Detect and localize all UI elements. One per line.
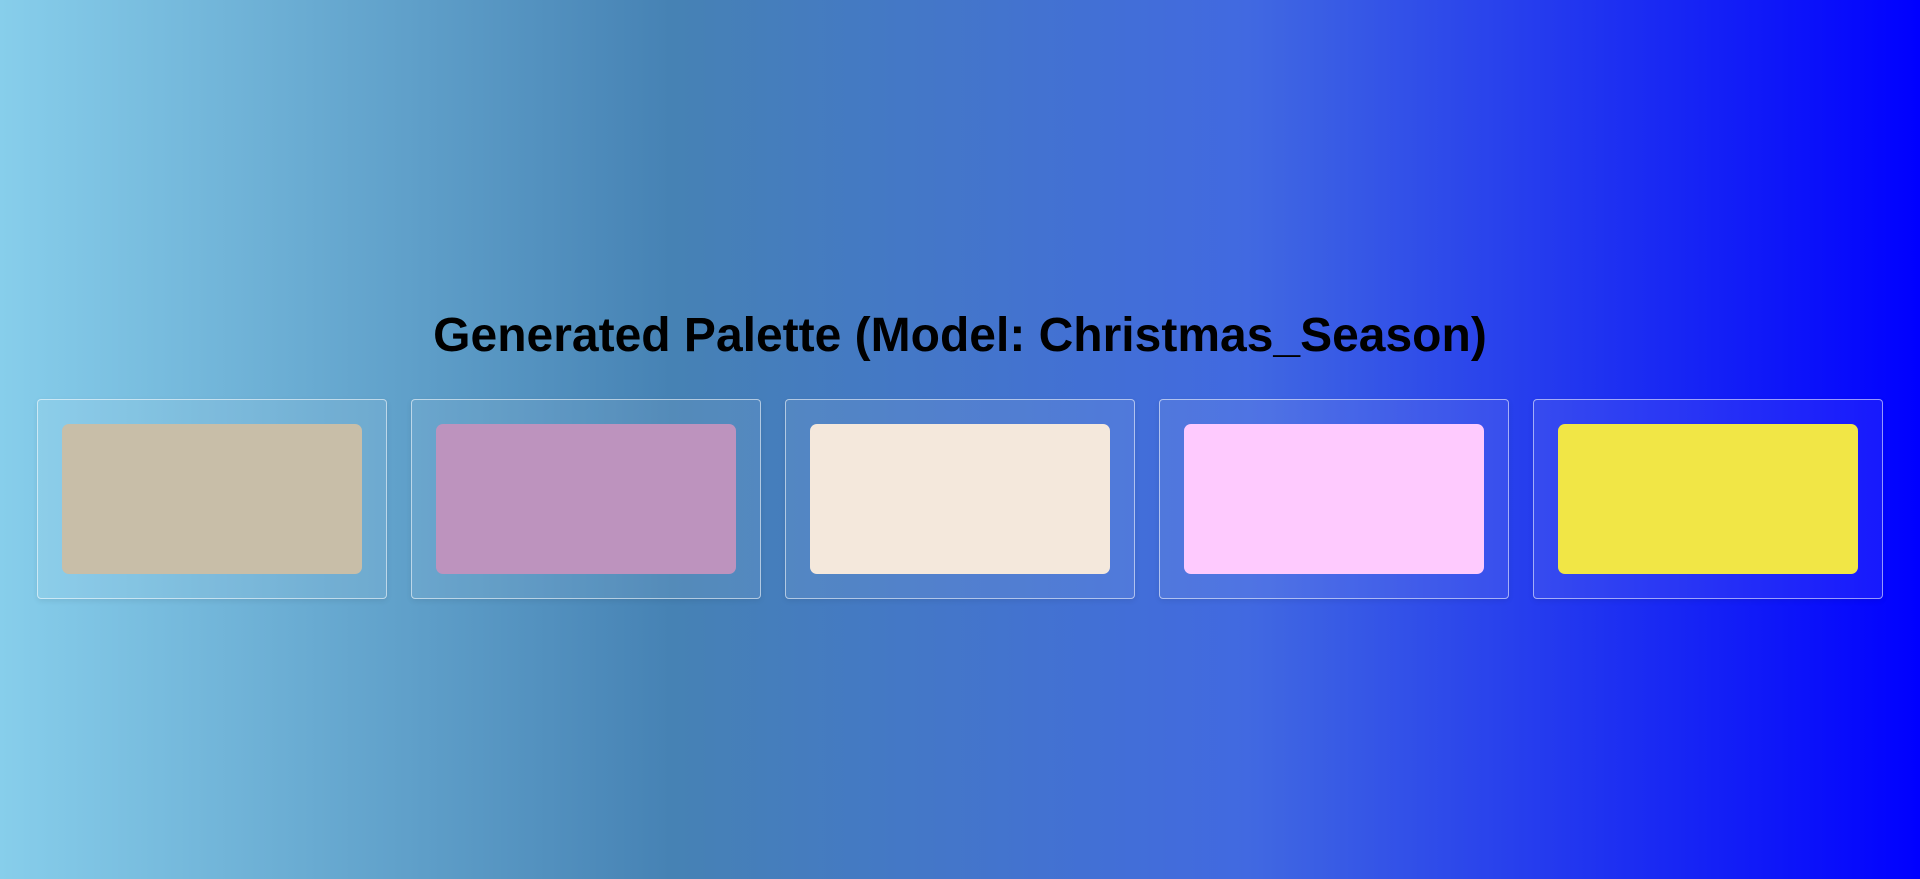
swatch-card-1[interactable] [37,399,387,599]
color-swatch-2[interactable] [436,424,736,574]
color-swatch-4[interactable] [1184,424,1484,574]
swatch-card-2[interactable] [411,399,761,599]
color-swatch-1[interactable] [62,424,362,574]
swatch-card-3[interactable] [785,399,1135,599]
color-swatch-5[interactable] [1558,424,1858,574]
swatch-card-4[interactable] [1159,399,1509,599]
color-swatch-3[interactable] [810,424,1110,574]
page-title: Generated Palette (Model: Christmas_Seas… [433,309,1487,362]
palette-row [37,399,1883,599]
swatch-card-5[interactable] [1533,399,1883,599]
